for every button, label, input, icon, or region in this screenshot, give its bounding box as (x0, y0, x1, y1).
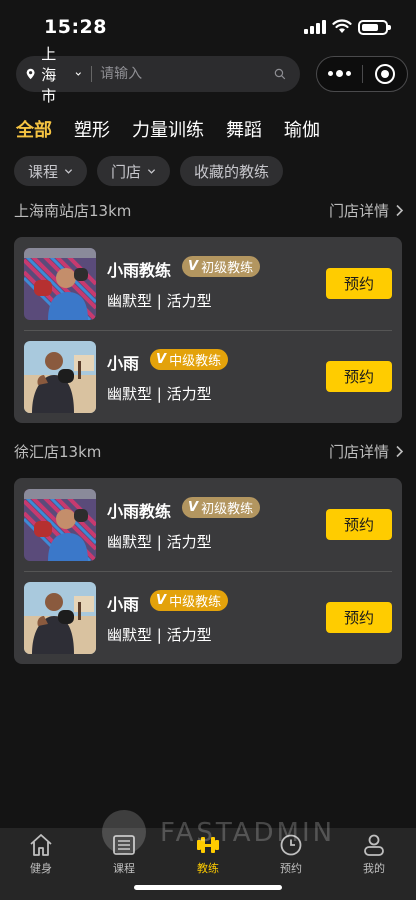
level-label: 初级教练 (201, 261, 254, 276)
filter-course[interactable]: 课程 (14, 156, 88, 186)
level-badge: V 中级教练 (150, 590, 229, 611)
beach-boxer-icon (24, 582, 96, 654)
chevron-right-icon (396, 204, 404, 217)
filter-store[interactable]: 门店 (97, 156, 171, 186)
store-coach-card: 小雨教练 V 初级教练 幽默型 | 活力型 预约 小雨 V 中级教练 幽默型 |… (14, 237, 402, 423)
tab-strength[interactable]: 力量训练 (132, 116, 204, 142)
search-divider (91, 66, 93, 82)
filter-store-label: 门店 (111, 162, 142, 181)
boxer-icon (24, 489, 96, 561)
coach-name: 小雨 (107, 595, 140, 614)
level-label: 中级教练 (169, 595, 222, 610)
level-label: 初级教练 (201, 502, 254, 517)
store-coach-card: 小雨教练 V 初级教练 幽默型 | 活力型 预约 小雨 V 中级教练 幽默型 |… (14, 478, 402, 664)
watermark: FASTADMIN (160, 818, 336, 848)
coach-name: 小雨教练 (107, 261, 172, 280)
coach-name: 小雨 (107, 354, 140, 373)
store-name: 徐汇店13km (14, 443, 102, 461)
boxer-icon (24, 248, 96, 320)
check-icon: V (156, 593, 167, 608)
search-icon[interactable] (274, 65, 286, 83)
filter-favorites-label: 收藏的教练 (194, 162, 270, 181)
miniprogram-capsule (316, 56, 408, 92)
tab-label: 我的 (363, 862, 385, 875)
store-detail-link[interactable]: 门店详情 (329, 441, 404, 462)
chevron-right-icon (396, 445, 404, 458)
book-button[interactable]: 预约 (326, 602, 392, 633)
store-header: 徐汇店13km 门店详情 (14, 441, 404, 462)
search-bar: 上海市 (16, 45, 300, 105)
tab-yoga[interactable]: 瑜伽 (284, 116, 320, 142)
chevron-down-icon[interactable] (75, 69, 82, 79)
level-badge: V 中级教练 (150, 349, 229, 370)
book-button[interactable]: 预约 (326, 361, 392, 392)
tab-label: 健身 (30, 862, 52, 875)
tab-dance[interactable]: 舞蹈 (226, 116, 262, 142)
search-input[interactable] (100, 66, 275, 82)
watermark-logo (102, 810, 146, 854)
filter-bar: 课程 门店 收藏的教练 (14, 156, 284, 186)
tab-all[interactable]: 全部 (16, 116, 52, 142)
filter-course-label: 课程 (28, 162, 59, 181)
coach-row[interactable]: 小雨 V 中级教练 幽默型 | 活力型 预约 (14, 571, 402, 664)
coach-tags: 幽默型 | 活力型 (107, 385, 212, 403)
chevron-down-icon (147, 168, 156, 174)
level-badge: V 初级教练 (182, 256, 261, 277)
book-button[interactable]: 预约 (326, 268, 392, 299)
check-icon: V (156, 352, 167, 367)
category-tabs: 全部 塑形 力量训练 舞蹈 瑜伽 (16, 116, 320, 142)
close-miniprogram-icon[interactable] (363, 64, 407, 84)
store-detail-link[interactable]: 门店详情 (329, 200, 404, 221)
beach-boxer-icon (24, 341, 96, 413)
check-icon: V (188, 259, 199, 274)
home-icon (30, 834, 52, 856)
store-detail-label: 门店详情 (328, 443, 389, 461)
tab-fitness[interactable]: 健身 (11, 832, 71, 876)
store-header: 上海南站店13km 门店详情 (14, 200, 404, 221)
store-name: 上海南站店13km (14, 202, 132, 220)
home-indicator (134, 885, 282, 890)
location-pin-icon (26, 68, 35, 80)
coach-tags: 幽默型 | 活力型 (107, 626, 212, 644)
user-icon (364, 834, 384, 856)
coach-name: 小雨教练 (107, 502, 172, 521)
book-button[interactable]: 预约 (326, 509, 392, 540)
coach-row[interactable]: 小雨教练 V 初级教练 幽默型 | 活力型 预约 (14, 237, 402, 330)
status-time: 15:28 (44, 16, 107, 38)
level-badge: V 初级教练 (182, 497, 261, 518)
coach-row[interactable]: 小雨教练 V 初级教练 幽默型 | 活力型 预约 (14, 478, 402, 571)
level-label: 中级教练 (169, 354, 222, 369)
check-icon: V (188, 500, 199, 515)
tab-label: 课程 (113, 862, 135, 875)
tab-profile[interactable]: 我的 (344, 832, 404, 876)
city-selector[interactable]: 上海市 (41, 43, 71, 106)
tab-shaping[interactable]: 塑形 (74, 116, 110, 142)
filter-favorites[interactable]: 收藏的教练 (180, 156, 284, 186)
battery-icon (358, 20, 391, 35)
coach-row[interactable]: 小雨 V 中级教练 幽默型 | 活力型 预约 (14, 330, 402, 423)
signal-icon (304, 20, 326, 34)
coach-tags: 幽默型 | 活力型 (107, 292, 212, 310)
tab-label: 预约 (280, 862, 302, 875)
store-detail-label: 门店详情 (328, 202, 389, 220)
chevron-down-icon (64, 168, 73, 174)
more-icon[interactable] (317, 70, 362, 77)
tab-label: 教练 (197, 862, 219, 875)
wifi-icon (332, 19, 352, 33)
coach-tags: 幽默型 | 活力型 (107, 533, 212, 551)
